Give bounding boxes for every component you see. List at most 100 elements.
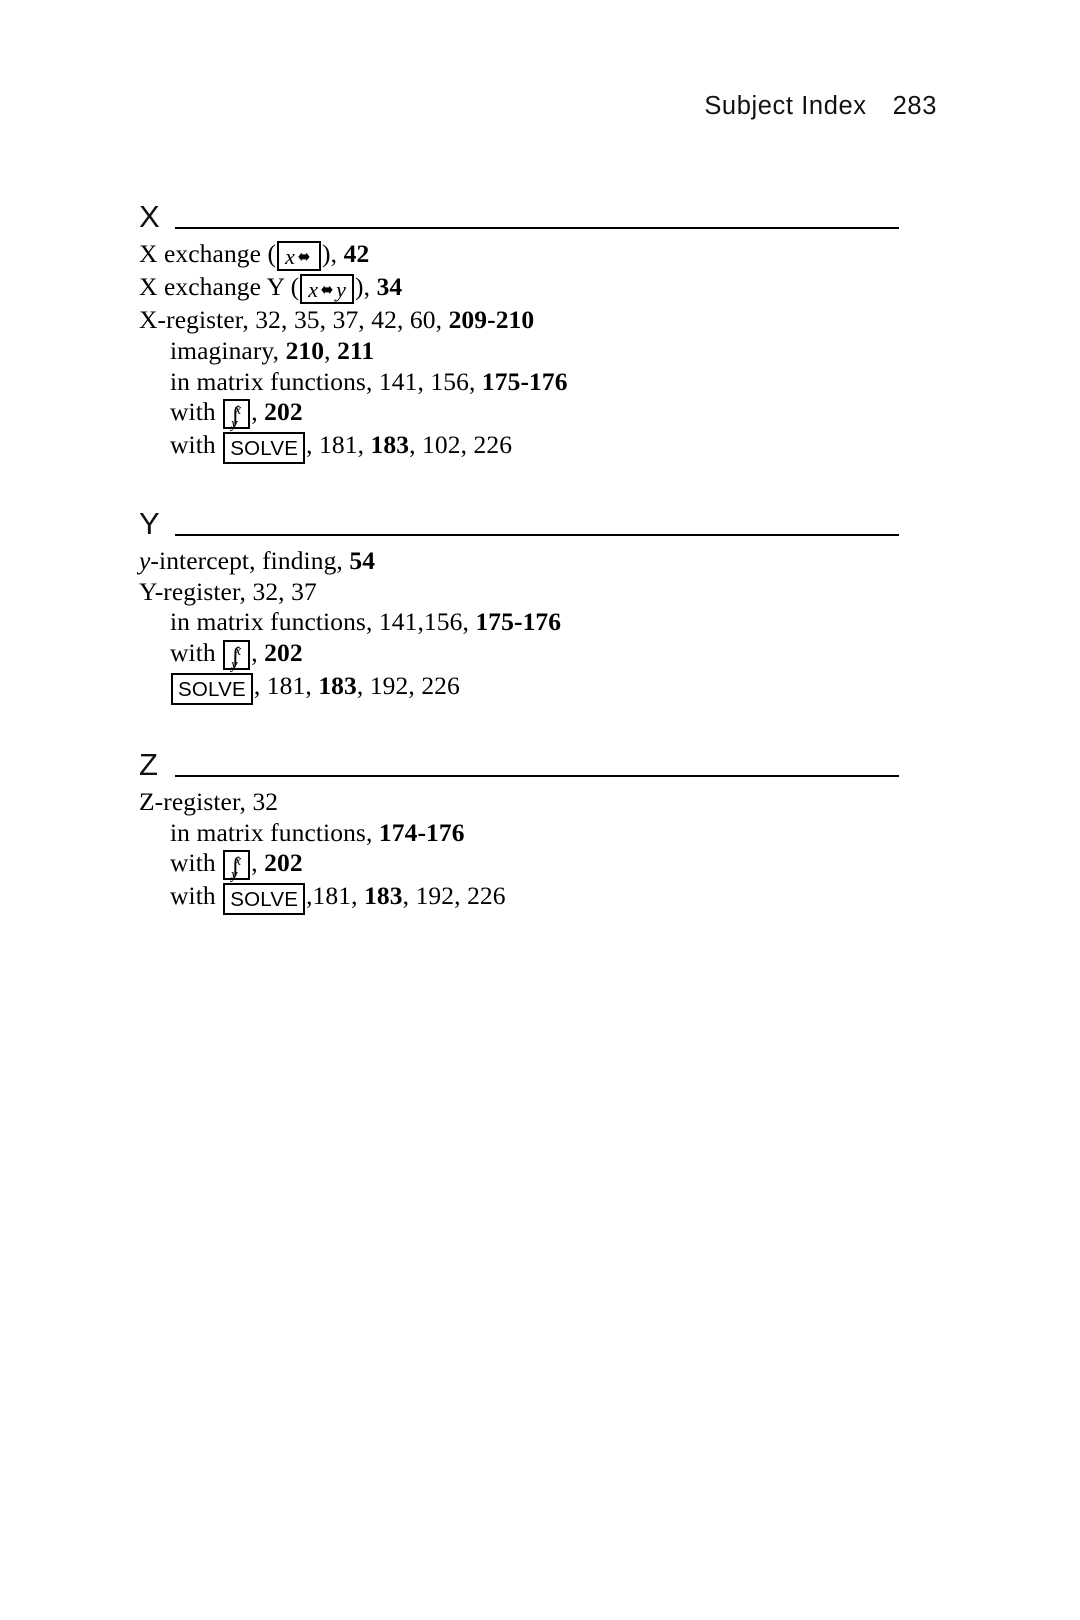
section-header: Z bbox=[139, 734, 899, 780]
index-subentry: with SOLVE ,181, 183, 192, 226 bbox=[139, 881, 899, 916]
page-reference-bold: 209-210 bbox=[448, 305, 535, 334]
entry-text: , bbox=[251, 848, 265, 878]
entry-text: , 192, 226 bbox=[402, 881, 506, 911]
entry-text: , 181, bbox=[253, 671, 319, 701]
index-subentry: with ∫yx, 202 bbox=[139, 638, 899, 672]
solve-key-label: SOLVE bbox=[178, 678, 246, 702]
index-entry: Z-register, 32 bbox=[139, 787, 899, 818]
entry-text: X exchange Y ( bbox=[139, 272, 300, 301]
entry-text: in matrix functions, 141, 156, bbox=[170, 366, 482, 396]
running-head: Subject Index 283 bbox=[0, 92, 937, 121]
integral-superscript: x bbox=[234, 402, 242, 419]
key-operand-right: y bbox=[336, 277, 347, 302]
running-head-title: Subject Index bbox=[704, 92, 867, 120]
index-subentry: with ∫yx, 202 bbox=[139, 848, 899, 882]
page-reference-bold: 54 bbox=[349, 545, 376, 575]
entry-text: , 192, 226 bbox=[356, 671, 460, 701]
solve-key: SOLVE bbox=[223, 883, 306, 915]
section-letter: Z bbox=[139, 746, 158, 782]
page-number: 283 bbox=[892, 92, 937, 120]
integral-subscript: y bbox=[231, 656, 238, 673]
key-operand-left: x bbox=[308, 277, 319, 302]
entry-text: with bbox=[170, 881, 223, 911]
entry-text: , bbox=[251, 638, 265, 668]
index-entry: Y-register, 32, 37 bbox=[139, 577, 899, 608]
solve-key-label: SOLVE bbox=[230, 437, 299, 461]
page-reference-bold: 202 bbox=[264, 397, 303, 427]
integral-key-label: ∫yx bbox=[229, 642, 244, 672]
index-subentry: imaginary, 210, 211 bbox=[139, 336, 899, 367]
entry-text: imaginary, bbox=[170, 335, 286, 365]
entry-text: X exchange ( bbox=[139, 239, 277, 268]
index-entry: X-register, 32, 35, 37, 42, 60, 209-210 bbox=[139, 305, 899, 336]
index-subentry: with ∫yx, 202 bbox=[139, 397, 899, 431]
index-subentry: with SOLVE , 181, 183, 102, 226 bbox=[139, 430, 899, 465]
x-exchange-key-label: x ⬌ bbox=[283, 246, 315, 269]
entry-text: -intercept, finding, bbox=[150, 545, 350, 575]
integral-key-label: ∫yx bbox=[229, 853, 244, 882]
x-exchange-y-key: x ⬌ y bbox=[300, 274, 355, 304]
key-operand-left: x bbox=[285, 244, 296, 269]
section-header: Y bbox=[139, 493, 899, 539]
index-section-y: Yy-intercept, finding, 54 Y-register, 32,… bbox=[139, 493, 899, 706]
entry-text: Y-register, 32, 37 bbox=[139, 576, 317, 606]
entry-list: X exchange (x ⬌), 42 X exchange Y (x ⬌ y), 3… bbox=[139, 239, 899, 465]
entry-text: Z-register, 32 bbox=[139, 786, 279, 816]
entry-text: with bbox=[170, 430, 223, 460]
page-reference-bold: 175-176 bbox=[475, 607, 562, 637]
solve-key: SOLVE bbox=[223, 432, 306, 464]
page-reference-bold: 42 bbox=[343, 239, 370, 268]
integral-key: ∫yx bbox=[223, 640, 251, 672]
integral-subscript: y bbox=[231, 866, 238, 883]
entry-text: , bbox=[251, 397, 265, 427]
page-reference-bold: 183 bbox=[364, 881, 403, 911]
index-subentry: in matrix functions, 141,156, 175-176 bbox=[139, 607, 899, 638]
index-entry: X exchange ( x ⬌), 42 bbox=[139, 239, 899, 272]
entry-italic-term: y bbox=[139, 545, 151, 575]
x-exchange-y-key-label: x ⬌ y bbox=[306, 279, 348, 302]
index-entry: X exchange Y ( x ⬌ y), 34 bbox=[139, 272, 899, 305]
exchange-arrow-icon: ⬌ bbox=[297, 247, 311, 268]
entry-text: in matrix functions, 141,156, bbox=[170, 607, 476, 637]
entry-text: with bbox=[170, 848, 223, 878]
section-divider bbox=[175, 774, 899, 777]
section-header: X bbox=[139, 186, 899, 232]
integral-key: ∫yx bbox=[223, 850, 251, 882]
entry-text: with bbox=[170, 638, 223, 668]
x-exchange-key: x ⬌ bbox=[277, 241, 322, 271]
index-column: XX exchange (x ⬌), 42 X exchange Y (x ⬌ y), … bbox=[139, 186, 899, 916]
integral-superscript: x bbox=[234, 853, 242, 870]
section-letter: Y bbox=[139, 505, 160, 541]
page-reference-bold: 211 bbox=[337, 335, 375, 365]
index-subentry: SOLVE , 181, 183, 192, 226 bbox=[139, 671, 899, 706]
entry-list: y-intercept, finding, 54 Y-register, 32, … bbox=[139, 546, 899, 706]
entry-text: , bbox=[324, 335, 338, 365]
page-reference-bold: 202 bbox=[264, 848, 303, 878]
entry-text: ), bbox=[355, 272, 377, 301]
integral-superscript: x bbox=[234, 642, 242, 659]
entry-text: , 102, 226 bbox=[409, 430, 513, 460]
solve-key-label: SOLVE bbox=[230, 888, 299, 912]
page-reference-bold: 183 bbox=[370, 430, 410, 460]
index-section-z: Z Z-register, 32 in matrix functions, 174-… bbox=[139, 734, 899, 916]
entry-text: in matrix functions, bbox=[170, 817, 379, 847]
entry-text: X-register, 32, 35, 37, 42, 60, bbox=[139, 305, 449, 334]
entry-text: ,181, bbox=[306, 881, 365, 911]
integral-subscript: y bbox=[231, 415, 238, 432]
section-letter: X bbox=[139, 199, 160, 234]
entry-text: with bbox=[170, 397, 223, 427]
page-reference-bold: 202 bbox=[264, 638, 303, 668]
section-divider bbox=[175, 533, 899, 536]
page-reference-bold: 34 bbox=[376, 272, 403, 301]
page-reference-bold: 174-176 bbox=[378, 817, 465, 847]
entry-text: ), bbox=[322, 239, 344, 268]
entry-list: Z-register, 32 in matrix functions, 174-1… bbox=[139, 787, 899, 916]
solve-key: SOLVE bbox=[171, 673, 253, 705]
page-reference-bold: 210 bbox=[285, 335, 325, 365]
index-subentry: in matrix functions, 174-176 bbox=[139, 818, 899, 849]
index-section-x: XX exchange (x ⬌), 42 X exchange Y (x ⬌ y), … bbox=[139, 186, 899, 465]
index-entry: y-intercept, finding, 54 bbox=[139, 546, 899, 577]
integral-key: ∫yx bbox=[223, 399, 251, 431]
index-page: Subject Index 283 XX exchange (x ⬌), 42 X e… bbox=[0, 0, 1080, 1620]
integral-key-label: ∫yx bbox=[229, 402, 244, 431]
